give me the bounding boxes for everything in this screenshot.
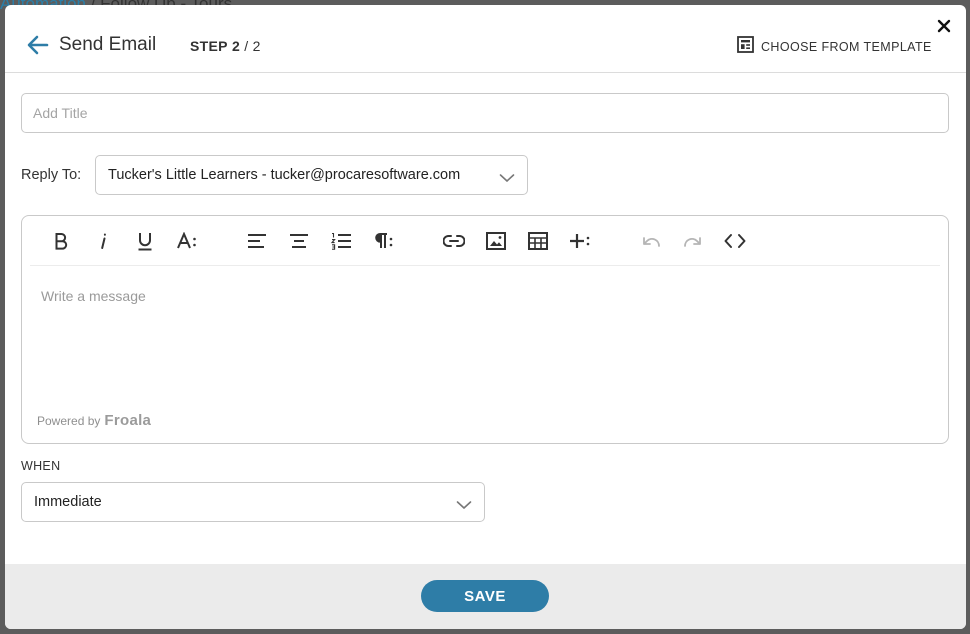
more-insert-icon[interactable] [566, 228, 594, 254]
choose-template-button[interactable]: CHOOSE FROM TEMPLATE [737, 36, 932, 58]
paragraph-format-icon[interactable] [369, 228, 397, 254]
font-size-icon[interactable] [173, 228, 201, 254]
code-view-icon[interactable] [721, 228, 749, 254]
redo-icon[interactable] [679, 228, 707, 254]
italic-icon[interactable] [89, 228, 117, 254]
align-left-icon[interactable] [243, 228, 271, 254]
when-select[interactable]: Immediate [21, 482, 485, 522]
when-value: Immediate [34, 494, 102, 510]
powered-by-label: Powered by [37, 414, 101, 428]
powered-by-froala[interactable]: Powered by Froala [37, 412, 151, 429]
step-label: STEP [190, 38, 228, 54]
insert-link-icon[interactable] [440, 228, 468, 254]
choose-template-label: CHOOSE FROM TEMPLATE [761, 40, 932, 54]
back-arrow-icon[interactable] [27, 35, 51, 57]
underline-icon[interactable] [131, 228, 159, 254]
bold-icon[interactable] [47, 228, 75, 254]
chevron-down-icon [456, 497, 472, 515]
close-icon[interactable] [935, 17, 953, 35]
editor-toolbar [30, 216, 940, 266]
align-center-icon[interactable] [285, 228, 313, 254]
froala-logo: Froala [104, 412, 152, 429]
reply-to-select[interactable]: Tucker's Little Learners - tucker@procar… [95, 155, 528, 195]
rich-text-editor: Write a message Powered by Froala [21, 215, 949, 444]
step-total: / 2 [240, 38, 261, 54]
when-label: WHEN [21, 459, 61, 473]
insert-table-icon[interactable] [524, 228, 552, 254]
save-button[interactable]: SAVE [421, 580, 549, 612]
send-email-modal: Send Email STEP 2 / 2 CHOOSE FROM TEMPLA… [5, 5, 966, 629]
ordered-list-icon[interactable] [327, 228, 355, 254]
add-title-input[interactable] [21, 93, 949, 133]
message-editor-area[interactable]: Write a message [41, 288, 146, 304]
modal-header: Send Email STEP 2 / 2 CHOOSE FROM TEMPLA… [5, 5, 966, 73]
step-current: 2 [231, 38, 241, 54]
undo-icon[interactable] [637, 228, 665, 254]
step-indicator: STEP 2 / 2 [190, 38, 261, 54]
reply-to-value: Tucker's Little Learners - tucker@procar… [108, 167, 461, 183]
reply-to-label: Reply To: [21, 167, 82, 183]
template-icon [737, 36, 754, 58]
modal-footer: SAVE [5, 564, 966, 629]
chevron-down-icon [499, 170, 515, 188]
page-title: Send Email [59, 34, 157, 55]
insert-image-icon[interactable] [482, 228, 510, 254]
